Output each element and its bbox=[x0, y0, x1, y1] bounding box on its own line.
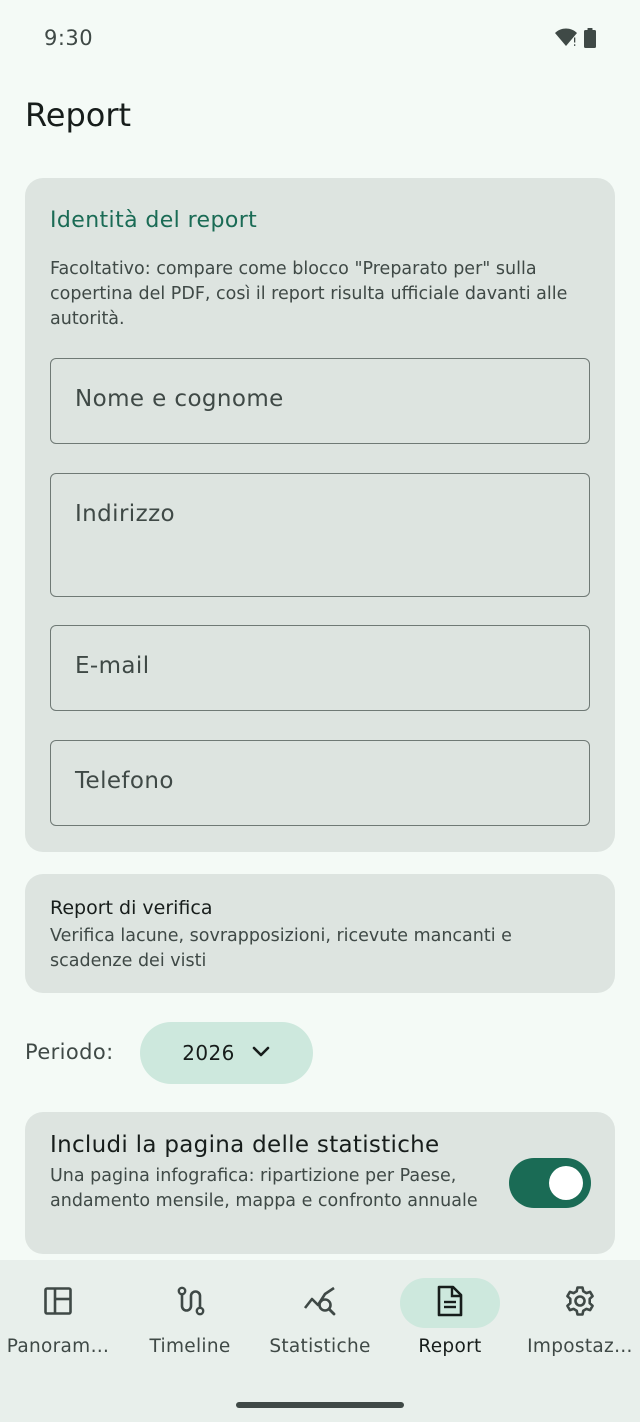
document-icon bbox=[436, 1285, 464, 1321]
status-time: 9:30 bbox=[44, 26, 94, 50]
page-title: Report bbox=[25, 96, 132, 134]
route-icon bbox=[175, 1286, 205, 1320]
nav-label-settings: Impostaz… bbox=[527, 1336, 633, 1357]
identity-description: Facoltativo: compare come blocco "Prepar… bbox=[50, 259, 568, 329]
email-field[interactable]: E-mail bbox=[50, 625, 590, 711]
nav-label-statistics: Statistiche bbox=[269, 1336, 371, 1357]
stats-page-card: Includi la pagina delle statistiche Una … bbox=[25, 1112, 615, 1254]
nav-item-settings[interactable]: Impostaz… bbox=[516, 1278, 640, 1378]
identity-title: Identità del report bbox=[50, 208, 258, 233]
phone-field-label: Telefono bbox=[75, 768, 174, 794]
stats-option-title: Includi la pagina delle statistiche bbox=[50, 1132, 440, 1158]
identity-card: Identità del report Facoltativo: compare… bbox=[25, 178, 615, 852]
dashboard-icon bbox=[43, 1286, 73, 1320]
verification-title: Report di verifica bbox=[50, 897, 213, 919]
address-field-label: Indirizzo bbox=[75, 501, 176, 527]
nav-label-timeline: Timeline bbox=[149, 1336, 231, 1357]
nav-item-timeline[interactable]: Timeline bbox=[126, 1278, 254, 1378]
nav-item-report[interactable]: Report bbox=[386, 1278, 514, 1378]
verification-subtitle: Verifica lacune, sovrapposizioni, ricevu… bbox=[50, 926, 512, 971]
chevron-down-icon bbox=[251, 1044, 271, 1063]
nav-label-overview: Panoram… bbox=[6, 1336, 110, 1357]
name-field-label: Nome e cognome bbox=[75, 386, 284, 412]
status-bar: 9:30 bbox=[0, 0, 640, 78]
bottom-navigation: Panoram… Timeline Statistiche Report Imp… bbox=[0, 1260, 640, 1422]
battery-icon bbox=[584, 28, 596, 52]
query-stats-icon bbox=[303, 1286, 337, 1320]
screen: 9:30 Report Identità del report Facoltat… bbox=[0, 0, 640, 1422]
email-field-label: E-mail bbox=[75, 653, 150, 679]
stats-option-subtitle: Una pagina infografica: ripartizione per… bbox=[50, 1166, 478, 1211]
nav-label-report: Report bbox=[418, 1336, 482, 1357]
toggle-knob bbox=[549, 1166, 583, 1200]
status-icons bbox=[554, 28, 596, 52]
phone-field[interactable]: Telefono bbox=[50, 740, 590, 826]
period-label: Periodo: bbox=[25, 1040, 114, 1064]
gear-icon bbox=[564, 1285, 596, 1321]
address-field[interactable]: Indirizzo bbox=[50, 473, 590, 597]
stats-page-toggle[interactable] bbox=[509, 1158, 591, 1208]
gesture-bar bbox=[236, 1402, 404, 1408]
wifi-alert-icon bbox=[554, 28, 578, 52]
period-value: 2026 bbox=[182, 1041, 235, 1065]
name-field[interactable]: Nome e cognome bbox=[50, 358, 590, 444]
verification-report-card[interactable]: Report di verifica Verifica lacune, sovr… bbox=[25, 874, 615, 993]
period-dropdown[interactable]: 2026 bbox=[140, 1022, 313, 1084]
nav-item-statistics[interactable]: Statistiche bbox=[256, 1278, 384, 1378]
nav-item-overview[interactable]: Panoram… bbox=[0, 1278, 122, 1378]
